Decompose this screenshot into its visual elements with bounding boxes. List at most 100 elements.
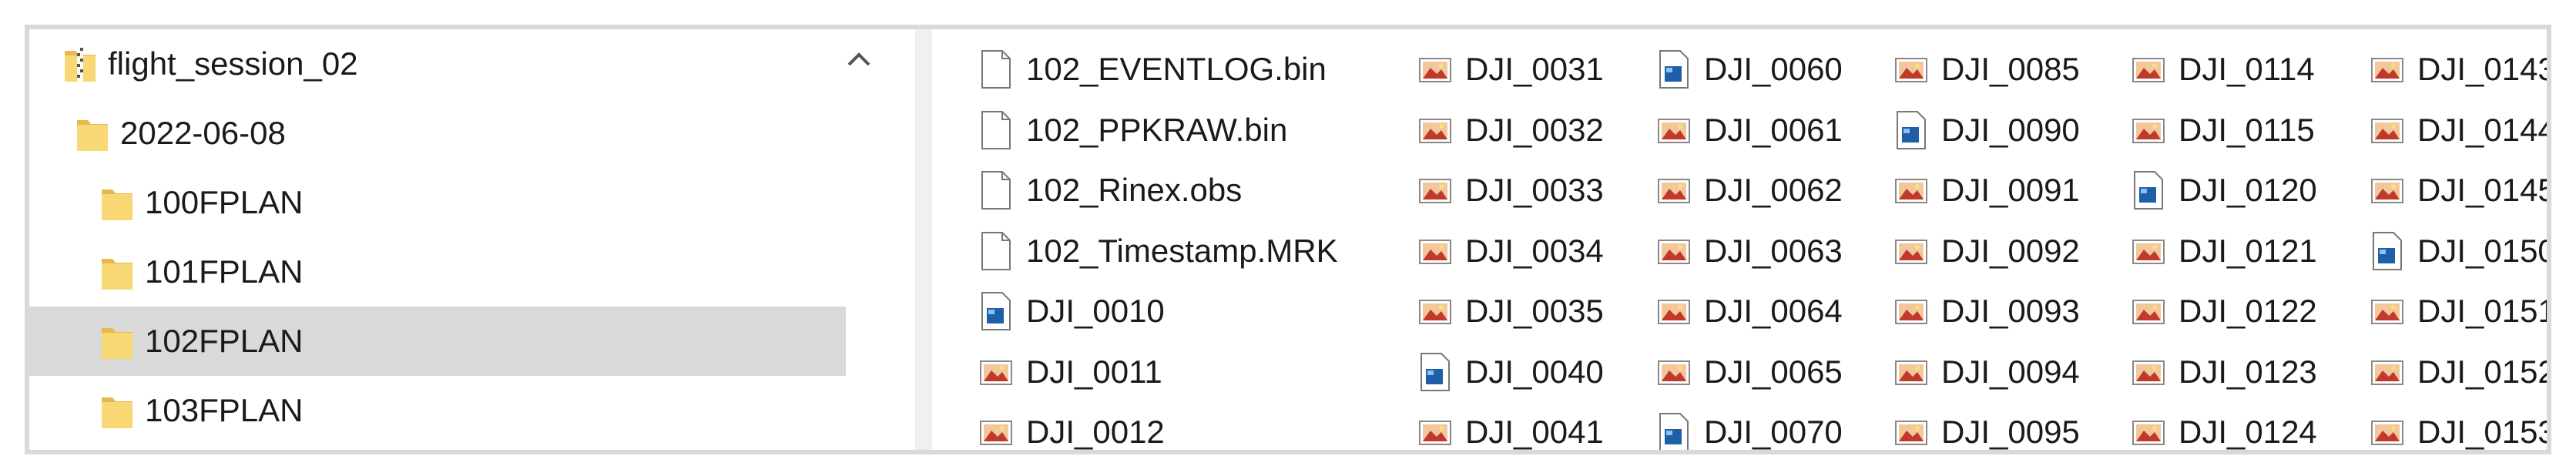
- folder-icon: [75, 114, 109, 153]
- jpg-image-icon: [2370, 109, 2405, 151]
- nav-item-label: 103FPLAN: [145, 392, 304, 428]
- folder-icon: [100, 183, 134, 222]
- file-item[interactable]: DJI_0085: [1893, 39, 2080, 99]
- file-item[interactable]: DJI_0092: [1893, 221, 2080, 281]
- file-name: DJI_0121: [2179, 232, 2317, 269]
- file-item[interactable]: DJI_0065: [1656, 342, 1843, 402]
- jpg-image-icon: [1656, 290, 1692, 332]
- file-item[interactable]: DJI_0012: [978, 402, 1165, 450]
- file-name: DJI_0033: [1465, 172, 1604, 208]
- file-name: DJI_0063: [1704, 232, 1843, 269]
- file-name: DJI_0152: [2417, 353, 2547, 390]
- document-file-icon: [978, 109, 1014, 151]
- file-item[interactable]: DJI_0095: [1893, 402, 2080, 450]
- file-name: DJI_0010: [1026, 293, 1165, 329]
- file-item[interactable]: 102_EVENTLOG.bin: [978, 39, 1327, 99]
- file-item[interactable]: DJI_0144: [2370, 100, 2547, 160]
- file-item[interactable]: DJI_0150: [2370, 221, 2547, 281]
- file-item[interactable]: DJI_0032: [1417, 100, 1604, 160]
- file-item[interactable]: DJI_0010: [978, 281, 1165, 341]
- jpg-image-icon: [978, 351, 1014, 393]
- file-item[interactable]: 102_Rinex.obs: [978, 160, 1242, 220]
- file-item[interactable]: DJI_0120: [2131, 160, 2317, 220]
- file-name: DJI_0150: [2417, 232, 2547, 269]
- file-name: DJI_0153: [2417, 414, 2547, 450]
- file-name: DJI_0032: [1465, 111, 1604, 148]
- nav-item-label: 2022-06-08: [120, 115, 286, 151]
- nav-item-label: 101FPLAN: [145, 253, 304, 290]
- file-name: DJI_0064: [1704, 293, 1843, 329]
- file-item[interactable]: DJI_0035: [1417, 281, 1604, 341]
- file-item[interactable]: DJI_0115: [2131, 100, 2315, 160]
- file-item[interactable]: 102_Timestamp.MRK: [978, 221, 1338, 281]
- file-item[interactable]: DJI_0094: [1893, 342, 2080, 402]
- file-item[interactable]: 102_PPKRAW.bin: [978, 100, 1287, 160]
- file-name: DJI_0092: [1941, 232, 2080, 269]
- file-name: DJI_0095: [1941, 414, 2080, 450]
- file-item[interactable]: DJI_0145: [2370, 160, 2547, 220]
- nav-item-2022-06-08[interactable]: 2022-06-08: [29, 99, 846, 168]
- jpg-image-icon: [1893, 290, 1929, 332]
- file-item[interactable]: DJI_0122: [2131, 281, 2317, 341]
- file-item[interactable]: DJI_0121: [2131, 221, 2317, 281]
- zip-folder-icon: [63, 45, 97, 83]
- file-name: DJI_0122: [2179, 293, 2317, 329]
- file-item[interactable]: DJI_0034: [1417, 221, 1604, 281]
- jpg-image-icon: [2131, 49, 2166, 90]
- file-name: DJI_0090: [1941, 111, 2080, 148]
- file-item[interactable]: DJI_0143: [2370, 39, 2547, 99]
- file-item[interactable]: DJI_0091: [1893, 160, 2080, 220]
- file-name: DJI_0011: [1026, 353, 1162, 390]
- jpg-image-icon: [1656, 169, 1692, 211]
- file-name: DJI_0151: [2417, 293, 2547, 329]
- file-item[interactable]: DJI_0061: [1656, 100, 1843, 160]
- file-item[interactable]: DJI_0064: [1656, 281, 1843, 341]
- file-name: DJI_0120: [2179, 172, 2317, 208]
- jpg-image-icon: [1417, 411, 1453, 450]
- file-item[interactable]: DJI_0033: [1417, 160, 1604, 220]
- file-item[interactable]: DJI_0123: [2131, 342, 2317, 402]
- jpg-image-icon: [1417, 109, 1453, 151]
- file-item[interactable]: DJI_0152: [2370, 342, 2547, 402]
- file-item[interactable]: DJI_0114: [2131, 39, 2315, 99]
- file-item[interactable]: DJI_0153: [2370, 402, 2547, 450]
- file-name: DJI_0065: [1704, 353, 1843, 390]
- jpg-image-icon: [2370, 411, 2405, 450]
- file-name: DJI_0094: [1941, 353, 2080, 390]
- tif-image-icon: [2131, 169, 2166, 211]
- file-item[interactable]: DJI_0031: [1417, 39, 1604, 99]
- file-item[interactable]: DJI_0011: [978, 342, 1162, 402]
- file-item[interactable]: DJI_0070: [1656, 402, 1843, 450]
- jpg-image-icon: [2370, 290, 2405, 332]
- jpg-image-icon: [1417, 169, 1453, 211]
- nav-item-101fplan[interactable]: 101FPLAN: [29, 237, 846, 307]
- jpg-image-icon: [2370, 351, 2405, 393]
- file-name: DJI_0124: [2179, 414, 2317, 450]
- nav-item-flight_session_02[interactable]: flight_session_02: [29, 29, 846, 99]
- pane-divider[interactable]: [915, 29, 932, 450]
- file-item[interactable]: DJI_0063: [1656, 221, 1843, 281]
- document-file-icon: [978, 169, 1014, 211]
- file-item[interactable]: DJI_0093: [1893, 281, 2080, 341]
- file-item[interactable]: DJI_0124: [2131, 402, 2317, 450]
- document-file-icon: [978, 230, 1014, 272]
- file-name: 102_Timestamp.MRK: [1026, 232, 1338, 269]
- file-item[interactable]: DJI_0090: [1893, 100, 2080, 160]
- file-name: DJI_0060: [1704, 51, 1843, 87]
- scroll-up-button[interactable]: [846, 29, 915, 99]
- nav-item-label: 102FPLAN: [145, 323, 304, 359]
- file-name: DJI_0062: [1704, 172, 1843, 208]
- file-item[interactable]: DJI_0060: [1656, 39, 1843, 99]
- file-item[interactable]: DJI_0040: [1417, 342, 1604, 402]
- file-name: DJI_0144: [2417, 111, 2547, 148]
- file-item[interactable]: DJI_0062: [1656, 160, 1843, 220]
- nav-item-102fplan[interactable]: 102FPLAN: [29, 307, 846, 376]
- jpg-image-icon: [978, 411, 1014, 450]
- file-name: 102_Rinex.obs: [1026, 172, 1243, 208]
- jpg-image-icon: [1656, 351, 1692, 393]
- file-item[interactable]: DJI_0151: [2370, 281, 2547, 341]
- nav-item-103fplan[interactable]: 103FPLAN: [29, 376, 846, 445]
- file-item[interactable]: DJI_0041: [1417, 402, 1604, 450]
- jpg-image-icon: [1656, 109, 1692, 151]
- nav-item-100fplan[interactable]: 100FPLAN: [29, 168, 846, 237]
